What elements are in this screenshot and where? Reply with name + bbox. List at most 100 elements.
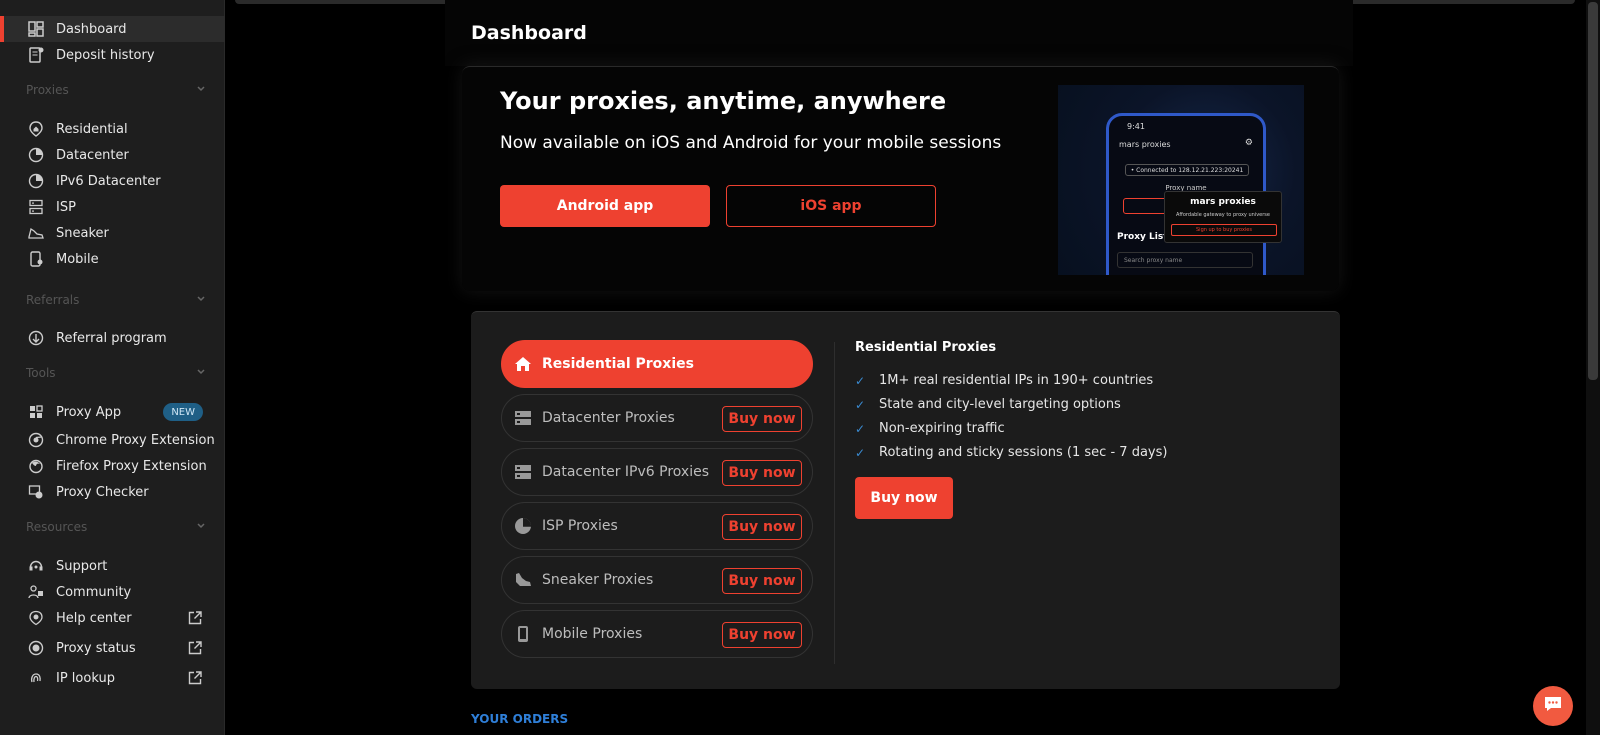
product-label: Residential Proxies	[542, 356, 694, 372]
product-datacenter-ipv6[interactable]: Datacenter IPv6 Proxies Buy now	[501, 448, 813, 496]
home-pin-icon	[28, 121, 44, 137]
scrollbar-thumb[interactable]	[1588, 2, 1598, 380]
banner-subheadline: Now available on iOS and Android for you…	[500, 133, 1002, 153]
product-residential[interactable]: Residential Proxies	[501, 340, 813, 388]
sneaker-icon	[514, 571, 532, 589]
pie-icon	[28, 173, 44, 189]
sidebar-item-label: Proxy Checker	[56, 484, 149, 500]
sidebar-item-sneaker[interactable]: Sneaker	[0, 220, 225, 246]
sidebar-item-proxy-status[interactable]: Proxy status	[0, 635, 225, 661]
sidebar-item-chrome-extension[interactable]: Chrome Proxy Extension	[0, 427, 225, 453]
sidebar-item-label: IPv6 Datacenter	[56, 173, 161, 189]
feature-item: ✓ State and city-level targeting options	[855, 397, 1121, 412]
sidebar-item-ipv6-datacenter[interactable]: IPv6 Datacenter	[0, 168, 225, 194]
sidebar-item-label: Support	[56, 558, 108, 574]
grid-icon	[28, 404, 44, 420]
divider	[834, 342, 835, 664]
sidebar-item-datacenter[interactable]: Datacenter	[0, 142, 225, 168]
ios-app-button[interactable]: iOS app	[726, 185, 936, 227]
section-header-referrals[interactable]: Referrals	[26, 290, 206, 310]
mobile-app-banner: Your proxies, anytime, anywhere Now avai…	[462, 66, 1339, 291]
sidebar-item-isp[interactable]: ISP	[0, 194, 225, 220]
product-datacenter[interactable]: Datacenter Proxies Buy now	[501, 394, 813, 442]
chat-button[interactable]	[1533, 686, 1573, 726]
headset-icon	[28, 558, 44, 574]
referral-icon	[28, 330, 44, 346]
sidebar-item-label: Dashboard	[56, 21, 127, 37]
section-header-tools[interactable]: Tools	[26, 363, 206, 383]
sidebar-item-label: Referral program	[56, 330, 167, 346]
chevron-down-icon	[196, 293, 206, 307]
checker-icon	[28, 484, 44, 500]
banner-headline: Your proxies, anytime, anywhere	[500, 87, 947, 115]
check-icon: ✓	[855, 397, 866, 412]
buy-now-button[interactable]: Buy now	[722, 514, 802, 540]
check-icon: ✓	[855, 373, 866, 388]
buy-now-button[interactable]: Buy now	[722, 406, 802, 432]
firefox-icon	[28, 458, 44, 474]
product-label: Mobile Proxies	[542, 626, 643, 642]
sidebar-item-proxy-app[interactable]: Proxy App NEW	[0, 399, 225, 425]
sidebar-item-ip-lookup[interactable]: IP lookup	[0, 665, 225, 691]
check-icon: ✓	[855, 421, 866, 436]
external-link-icon	[187, 640, 203, 656]
external-link-icon	[187, 670, 203, 686]
help-icon	[28, 610, 44, 626]
sidebar: Dashboard Deposit history Proxies Reside…	[0, 0, 225, 735]
pie-icon	[514, 517, 532, 535]
buy-now-primary-button[interactable]: Buy now	[855, 477, 953, 519]
section-header-proxies[interactable]: Proxies	[26, 80, 206, 100]
phone-popup: mars proxies Affordable gateway to proxy…	[1164, 191, 1282, 243]
sidebar-item-label: Residential	[56, 121, 128, 137]
sidebar-item-label: Datacenter	[56, 147, 129, 163]
sidebar-item-proxy-checker[interactable]: Proxy Checker	[0, 479, 225, 505]
product-isp[interactable]: ISP Proxies Buy now	[501, 502, 813, 550]
product-label: Datacenter IPv6 Proxies	[542, 464, 709, 480]
product-mobile[interactable]: Mobile Proxies Buy now	[501, 610, 813, 658]
sidebar-item-label: Proxy status	[56, 640, 136, 656]
sidebar-item-label: Chrome Proxy Extension	[56, 432, 215, 448]
chevron-down-icon	[196, 83, 206, 97]
product-label: ISP Proxies	[542, 518, 618, 534]
sidebar-item-firefox-extension[interactable]: Firefox Proxy Extension	[0, 453, 225, 479]
buy-now-button[interactable]: Buy now	[722, 622, 802, 648]
sidebar-item-referral-program[interactable]: Referral program	[0, 325, 225, 351]
sidebar-item-community[interactable]: Community	[0, 579, 225, 605]
mobile-icon	[514, 625, 532, 643]
sidebar-item-dashboard[interactable]: Dashboard	[0, 16, 225, 42]
chevron-down-icon	[196, 366, 206, 380]
feature-item: ✓ Non-expiring traffic	[855, 421, 1005, 436]
buy-now-button[interactable]: Buy now	[722, 568, 802, 594]
mobile-icon	[28, 251, 44, 267]
status-icon	[28, 640, 44, 656]
community-icon	[28, 584, 44, 600]
product-label: Sneaker Proxies	[542, 572, 654, 588]
gear-icon: ⚙	[1244, 138, 1253, 148]
phone-illustration: 9:41 mars proxies ⚙ • Connected to 128.1…	[1058, 85, 1304, 275]
section-header-resources[interactable]: Resources	[26, 517, 206, 537]
home-icon	[514, 355, 532, 373]
buy-now-button[interactable]: Buy now	[722, 460, 802, 486]
external-link-icon	[187, 610, 203, 626]
feature-item: ✓ 1M+ real residential IPs in 190+ countr…	[855, 373, 1154, 388]
chevron-down-icon	[196, 520, 206, 534]
sidebar-item-residential[interactable]: Residential	[0, 116, 225, 142]
sidebar-item-mobile[interactable]: Mobile	[0, 246, 225, 272]
android-app-button[interactable]: Android app	[500, 185, 710, 227]
product-label: Datacenter Proxies	[542, 410, 675, 426]
sidebar-item-label: Proxy App	[56, 404, 122, 420]
your-orders-heading: YOUR ORDERS	[471, 712, 569, 726]
sidebar-item-label: Help center	[56, 610, 132, 626]
check-icon: ✓	[855, 445, 866, 460]
product-sneaker[interactable]: Sneaker Proxies Buy now	[501, 556, 813, 604]
sidebar-item-help-center[interactable]: Help center	[0, 605, 225, 631]
sidebar-item-support[interactable]: Support	[0, 553, 225, 579]
sidebar-item-label: Sneaker	[56, 225, 109, 241]
dashboard-icon	[28, 21, 44, 37]
sidebar-item-deposit-history[interactable]: Deposit history	[0, 42, 225, 68]
server-icon	[514, 409, 532, 427]
new-badge: NEW	[163, 403, 203, 421]
sidebar-item-label: Deposit history	[56, 47, 155, 63]
page-title: Dashboard	[471, 22, 587, 44]
scrollbar[interactable]	[1586, 0, 1600, 735]
